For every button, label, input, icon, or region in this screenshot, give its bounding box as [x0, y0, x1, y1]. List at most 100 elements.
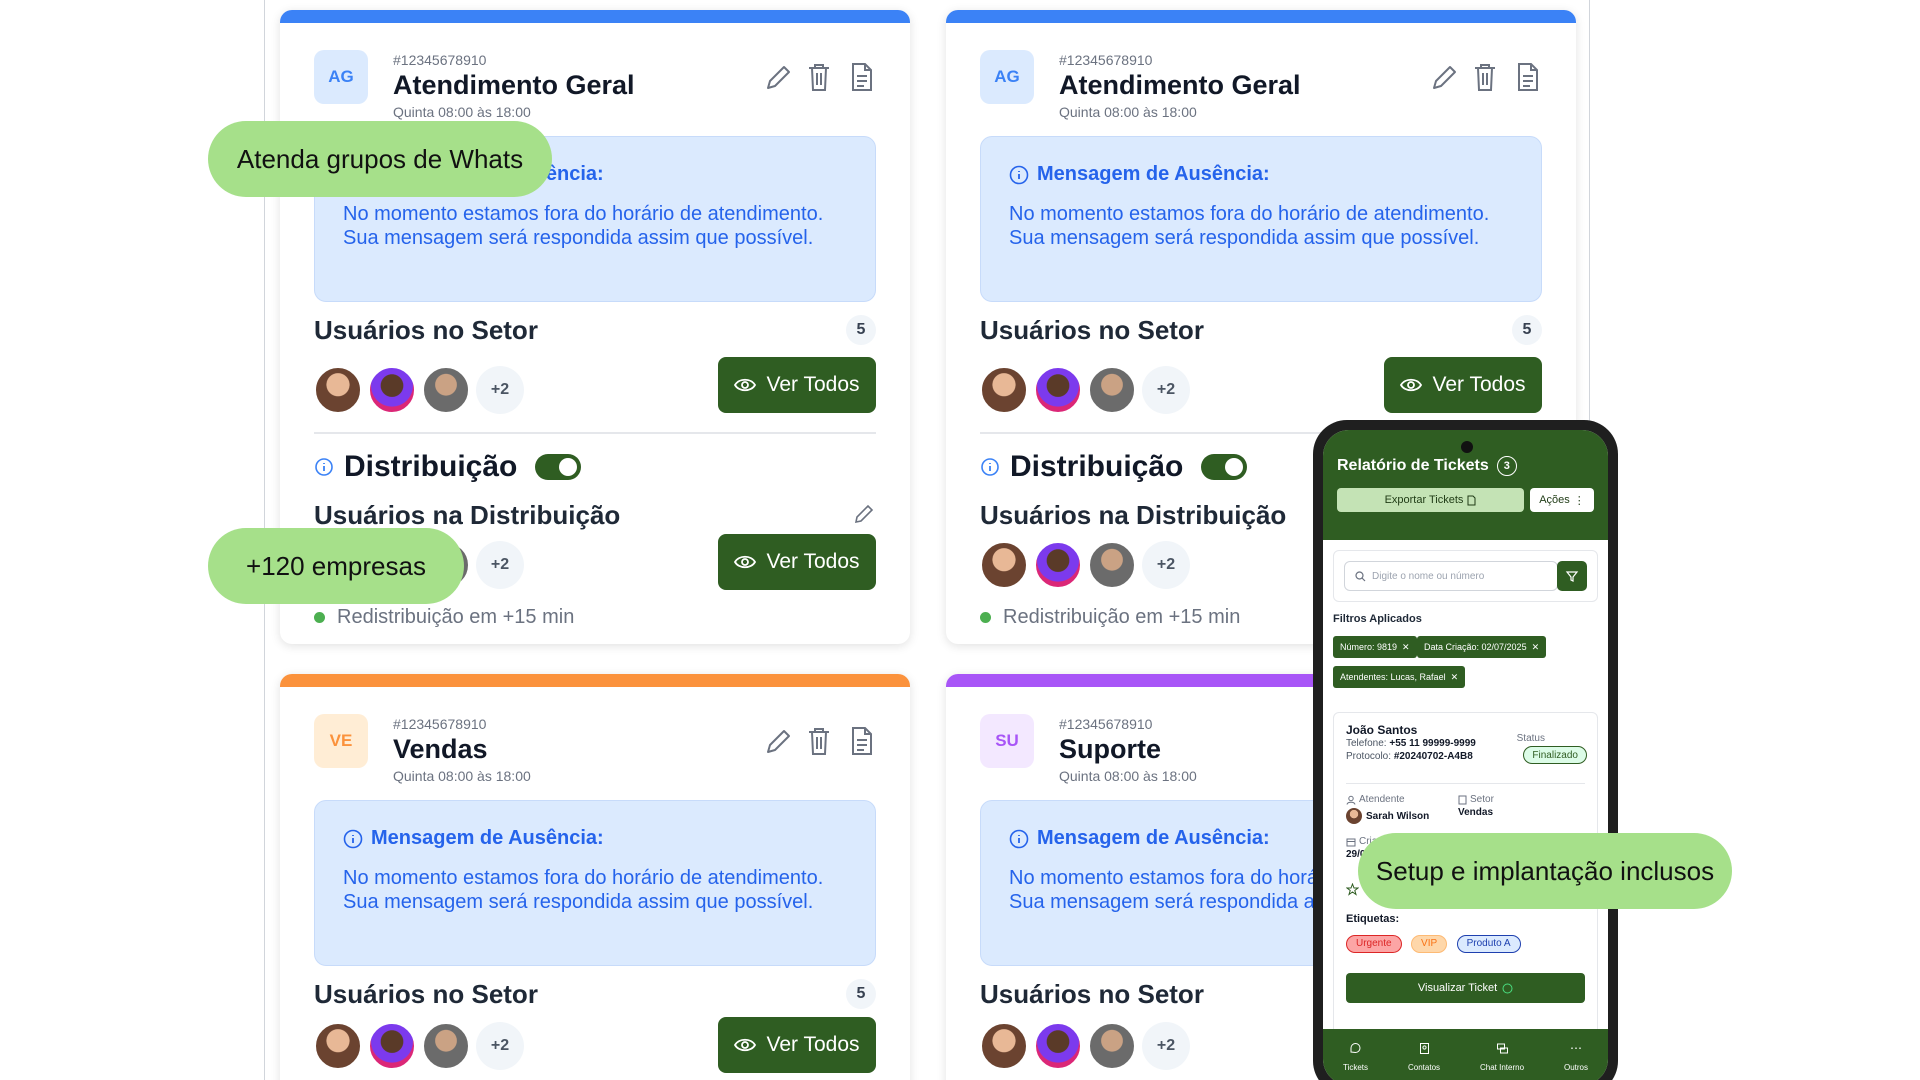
sector-id: #12345678910: [393, 52, 487, 68]
avatar: [1088, 541, 1136, 589]
building-icon: [1458, 795, 1467, 804]
view-all-button[interactable]: Ver Todos: [1384, 357, 1542, 413]
edit-icon[interactable]: [852, 502, 876, 526]
avatar: [368, 366, 416, 414]
view-ticket-button[interactable]: Visualizar Ticket: [1346, 973, 1585, 1003]
filter-chip-agents[interactable]: Atendentes: Lucas, Rafael ✕: [1333, 666, 1466, 688]
sector-label: Setor: [1470, 794, 1494, 805]
document-icon[interactable]: [846, 60, 876, 94]
protocol-value: #20240702-A4B8: [1393, 751, 1473, 762]
delete-icon[interactable]: [804, 724, 834, 758]
users-avatars: +2: [314, 366, 524, 414]
more-users-badge: +2: [1142, 366, 1190, 414]
away-title: Mensagem de Ausência:: [1037, 163, 1270, 185]
avatar: [980, 541, 1028, 589]
phone-camera: [1461, 441, 1473, 453]
messages-icon: [1496, 1043, 1508, 1054]
nav-tickets[interactable]: Tickets: [1343, 1042, 1368, 1072]
sector-avatar: VE: [314, 714, 368, 768]
nav-label: Outros: [1564, 1063, 1589, 1072]
close-icon[interactable]: ✕: [1451, 672, 1459, 683]
away-message-box: Mensagem de Ausência: No momento estamos…: [980, 136, 1542, 302]
distribution-row: Distribuição: [980, 450, 1248, 484]
users-count-badge: 5: [1512, 315, 1542, 345]
chat-icon: [1350, 1043, 1361, 1054]
distribution-toggle[interactable]: [535, 454, 582, 480]
away-message-box: Mensagem de Ausência: No momento estamos…: [314, 800, 876, 966]
tag-product-a[interactable]: Produto A: [1456, 934, 1521, 953]
avatar: [980, 366, 1028, 414]
calendar-icon: [1346, 838, 1356, 846]
avatar: [314, 366, 362, 414]
actions-menu-button[interactable]: Ações ⋮: [1530, 488, 1594, 512]
export-tickets-button[interactable]: Exportar Tickets: [1337, 488, 1524, 512]
view-all-label: Ver Todos: [1432, 373, 1526, 396]
chip-label: Atendentes: Lucas, Rafael: [1340, 672, 1446, 682]
delete-icon[interactable]: [804, 60, 834, 94]
search-input[interactable]: Digite o nome ou número: [1344, 561, 1558, 591]
card-actions: [762, 60, 876, 94]
info-icon: [1009, 829, 1029, 848]
redistribution-status: Redistribuição em +15 min: [314, 606, 574, 629]
status-badge: Finalizado: [1523, 746, 1587, 764]
sector-id: #12345678910: [393, 716, 487, 732]
status-label: Status: [1516, 733, 1545, 744]
edit-icon[interactable]: [762, 60, 792, 94]
sector-hours: Quinta 08:00 às 18:00: [1059, 104, 1197, 120]
tickets-title-row: Relatório de Tickets 3: [1337, 456, 1594, 476]
nav-others[interactable]: ⋯ Outros: [1564, 1042, 1589, 1073]
view-all-distribution-button[interactable]: Ver Todos: [718, 534, 876, 590]
document-icon[interactable]: [1512, 60, 1542, 94]
more-users-badge: +2: [476, 1022, 524, 1070]
search-panel: Digite o nome ou número: [1333, 550, 1598, 602]
card-color-bar: [280, 674, 910, 687]
agent-name: Sarah Wilson: [1366, 810, 1430, 822]
filter-button[interactable]: [1557, 561, 1587, 591]
tag-vip[interactable]: VIP: [1411, 934, 1448, 953]
search-placeholder: Digite o nome ou número: [1372, 570, 1485, 582]
tag-urgent[interactable]: Urgente: [1346, 934, 1402, 953]
phone-value: +55 11 99999-9999: [1389, 738, 1476, 749]
eye-icon: [734, 1038, 757, 1052]
filter-icon: [1565, 571, 1579, 582]
edit-icon[interactable]: [1428, 60, 1458, 94]
distribution-label: Distribuição: [1010, 450, 1184, 483]
away-text: No momento estamos fora do horário de at…: [343, 203, 824, 249]
away-text: No momento estamos fora do horário de at…: [1009, 203, 1490, 249]
sector-block: Setor Vendas: [1458, 793, 1494, 819]
filter-chip-date[interactable]: Data Criação: 02/07/2025 ✕: [1417, 636, 1547, 658]
away-text: No momento estamos fora do horário de at…: [343, 867, 824, 913]
filter-chip-number[interactable]: Número: 9819 ✕: [1333, 636, 1417, 658]
sector-title: Vendas: [393, 734, 488, 764]
card-actions: [1428, 60, 1542, 94]
close-icon[interactable]: ✕: [1532, 642, 1540, 653]
tags-list: Urgente VIP Produto A: [1346, 933, 1526, 953]
view-all-button[interactable]: Ver Todos: [718, 357, 876, 413]
divider: [1346, 783, 1585, 784]
tags-label: Etiquetas:: [1346, 913, 1400, 925]
view-ticket-label: Visualizar Ticket: [1417, 982, 1498, 994]
star-icon[interactable]: [1346, 883, 1359, 896]
feature-pill-setup: Setup e implantação inclusos: [1358, 833, 1732, 909]
tickets-count-badge: 3: [1496, 456, 1517, 476]
document-icon[interactable]: [846, 724, 876, 758]
sector-id: #12345678910: [1059, 716, 1153, 732]
agent-row: Sarah Wilson: [1346, 808, 1429, 824]
avatar: [1034, 541, 1082, 589]
nav-label: Contatos: [1408, 1063, 1441, 1072]
avatar: [422, 1022, 470, 1070]
sector-title: Atendimento Geral: [1059, 70, 1301, 100]
avatar: [980, 1022, 1028, 1070]
delete-icon[interactable]: [1470, 60, 1500, 94]
nav-contacts[interactable]: Contatos: [1408, 1042, 1440, 1072]
close-icon[interactable]: ✕: [1402, 642, 1410, 653]
card-header: AG #12345678910 Atendimento Geral Quinta…: [314, 40, 876, 120]
view-all-button[interactable]: Ver Todos: [718, 1017, 876, 1073]
sector-hours: Quinta 08:00 às 18:00: [393, 104, 531, 120]
users-avatars: +2: [980, 366, 1190, 414]
nav-internal-chat[interactable]: Chat Interno: [1480, 1042, 1524, 1072]
avatar: [1088, 366, 1136, 414]
distribution-toggle[interactable]: [1201, 454, 1248, 480]
users-title: Usuários no Setor: [314, 315, 538, 345]
edit-icon[interactable]: [762, 724, 792, 758]
